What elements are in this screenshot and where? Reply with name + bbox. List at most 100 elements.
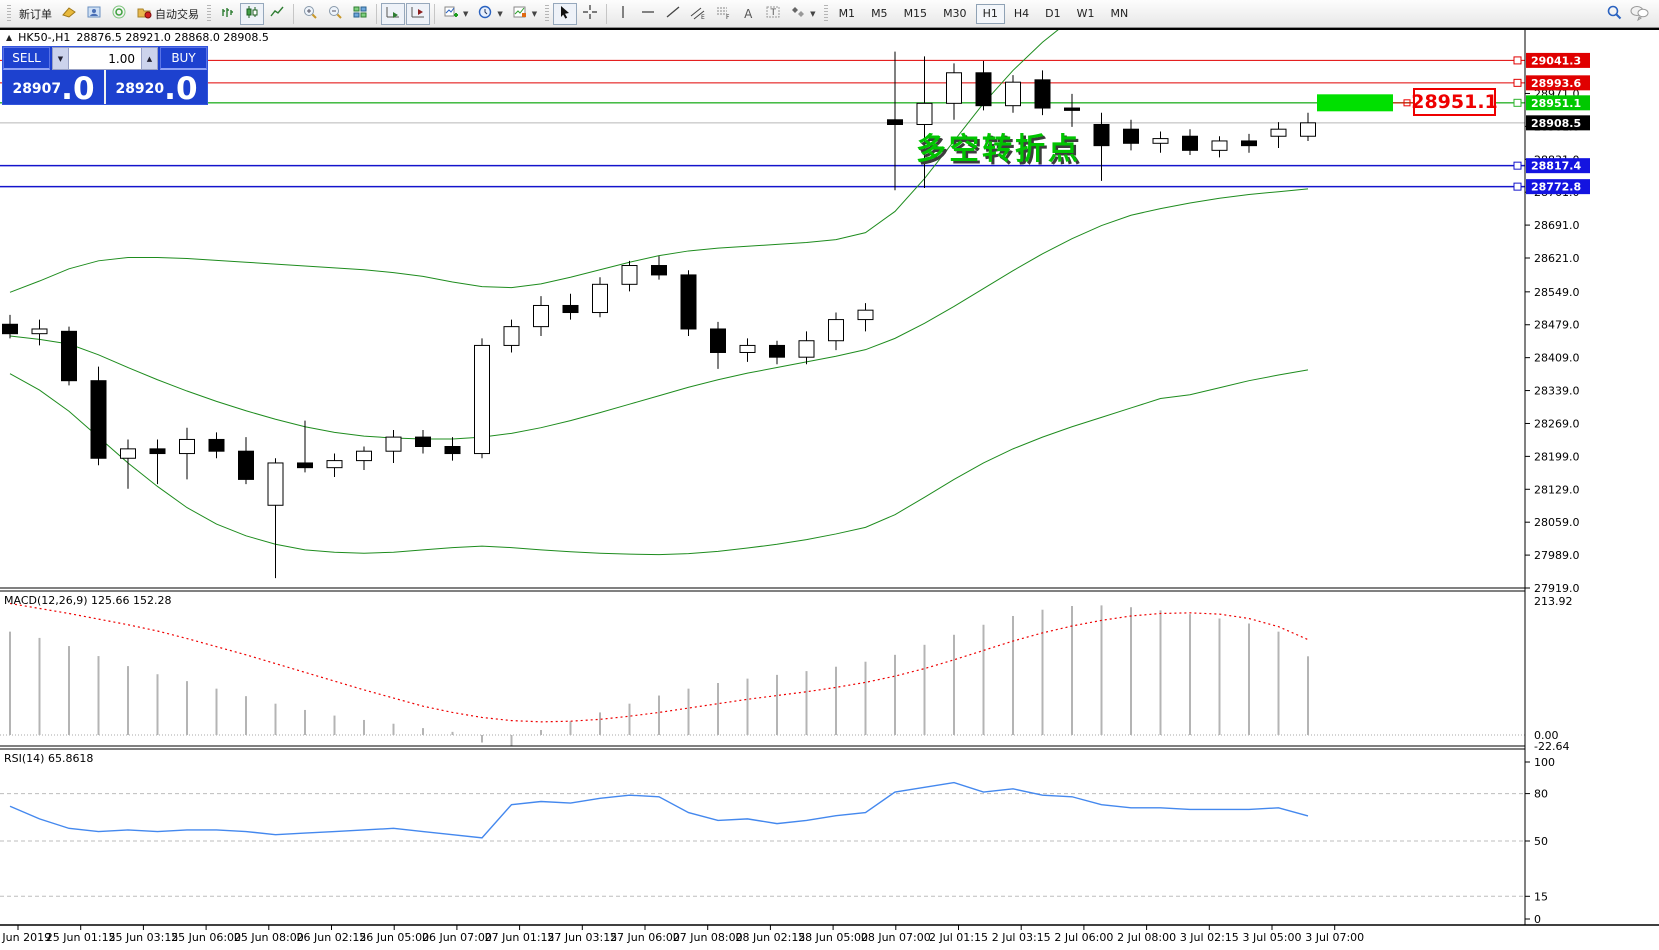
svg-text:28772.8: 28772.8 bbox=[1531, 181, 1581, 194]
timeframe-button-W1[interactable]: W1 bbox=[1070, 4, 1102, 24]
buy-price[interactable]: 28920 .0 bbox=[106, 70, 207, 104]
chat-icon[interactable] bbox=[1629, 4, 1649, 24]
svg-text:27989.0: 27989.0 bbox=[1534, 549, 1580, 562]
svg-text:28339.0: 28339.0 bbox=[1534, 385, 1580, 398]
fibonacci-button[interactable]: F bbox=[711, 3, 735, 25]
arrows-button[interactable]: ▼ bbox=[786, 3, 819, 25]
template-icon bbox=[512, 4, 528, 23]
price-callout-label[interactable]: 28951.1 bbox=[1413, 88, 1496, 116]
buy-button[interactable]: BUY bbox=[160, 47, 207, 70]
svg-text:27 Jun 03:15: 27 Jun 03:15 bbox=[547, 931, 617, 944]
toolbar-grip[interactable] bbox=[7, 5, 11, 23]
timeframe-button-M5[interactable]: M5 bbox=[864, 4, 895, 24]
highlight-rect[interactable] bbox=[1317, 94, 1393, 111]
timeframe-button-H4[interactable]: H4 bbox=[1007, 4, 1036, 24]
zoom-in-button[interactable] bbox=[298, 3, 322, 25]
vertical-line-icon bbox=[615, 4, 631, 23]
auto-trading-label: 自动交易 bbox=[155, 6, 199, 22]
chart-shift-icon bbox=[410, 4, 426, 23]
sell-button[interactable]: SELL bbox=[3, 47, 50, 70]
bar-chart-button[interactable] bbox=[215, 3, 239, 25]
volume-up-button[interactable]: ▲ bbox=[141, 47, 158, 70]
svg-text:28993.6: 28993.6 bbox=[1531, 77, 1581, 90]
svg-text:2 Jul 06:00: 2 Jul 06:00 bbox=[1054, 931, 1113, 944]
chevron-down-icon: ▼ bbox=[497, 10, 502, 18]
trendline-button[interactable] bbox=[661, 3, 685, 25]
one-click-trading-panel: SELL ▼ 1.00 ▲ BUY 28907 .0 28920 .0 bbox=[2, 46, 208, 105]
timeframe-button-MN[interactable]: MN bbox=[1103, 4, 1135, 24]
auto-scroll-icon bbox=[385, 4, 401, 23]
tile-windows-button[interactable] bbox=[348, 3, 372, 25]
svg-text:2 Jul 03:15: 2 Jul 03:15 bbox=[992, 931, 1051, 944]
add-indicator-icon bbox=[443, 4, 459, 23]
sell-price[interactable]: 28907 .0 bbox=[3, 70, 104, 104]
alerts-button[interactable] bbox=[107, 3, 131, 25]
horizontal-line-button[interactable] bbox=[636, 3, 660, 25]
chart-canvas[interactable]: 28971.028901.028831.028761.028691.028621… bbox=[0, 0, 1659, 950]
cursor-button[interactable] bbox=[553, 3, 577, 25]
toolbar-separator bbox=[606, 4, 607, 24]
collapse-arrow-icon[interactable]: ▲ bbox=[6, 33, 12, 42]
volume-down-button[interactable]: ▼ bbox=[52, 47, 69, 70]
svg-text:27 Jun 06:00: 27 Jun 06:00 bbox=[610, 931, 680, 944]
svg-text:28 Jun 02:15: 28 Jun 02:15 bbox=[735, 931, 805, 944]
toolbar-separator bbox=[434, 4, 435, 24]
svg-text:25 Jun 08:00: 25 Jun 08:00 bbox=[234, 931, 304, 944]
bar-chart-icon bbox=[219, 4, 235, 23]
search-icon[interactable] bbox=[1606, 4, 1623, 24]
toolbar-grip[interactable] bbox=[545, 5, 549, 23]
auto-trading-icon bbox=[136, 4, 152, 23]
svg-text:25 Jun 06:00: 25 Jun 06:00 bbox=[171, 931, 241, 944]
profiles-icon bbox=[86, 4, 102, 23]
svg-text:28691.0: 28691.0 bbox=[1534, 219, 1580, 232]
timeframe-button-M30[interactable]: M30 bbox=[936, 4, 974, 24]
chart-text-annotation[interactable]: 多空转折点 bbox=[916, 124, 1081, 168]
svg-text:28 Jun 05:00: 28 Jun 05:00 bbox=[798, 931, 868, 944]
auto-scroll-button[interactable] bbox=[381, 3, 405, 25]
new-order-button[interactable]: 新订单 bbox=[15, 3, 56, 25]
svg-text:25 Jun 03:15: 25 Jun 03:15 bbox=[108, 931, 178, 944]
svg-text:28908.5: 28908.5 bbox=[1531, 117, 1581, 130]
templates-button[interactable]: ▼ bbox=[508, 3, 541, 25]
profiles-button[interactable] bbox=[82, 3, 106, 25]
chevron-down-icon: ▼ bbox=[532, 10, 537, 18]
svg-text:80: 80 bbox=[1534, 788, 1548, 801]
auto-trading-button[interactable]: 自动交易 bbox=[132, 3, 203, 25]
zoom-in-icon bbox=[302, 4, 318, 23]
line-chart-button[interactable] bbox=[265, 3, 289, 25]
timeframe-button-M15[interactable]: M15 bbox=[897, 4, 935, 24]
crosshair-button[interactable] bbox=[578, 3, 602, 25]
candlestick-chart-button[interactable] bbox=[240, 3, 264, 25]
toolbar-separator bbox=[293, 4, 294, 24]
channel-icon: E bbox=[690, 4, 706, 23]
text-button[interactable]: A bbox=[736, 3, 760, 25]
tile-windows-icon bbox=[352, 4, 368, 23]
svg-text:26 Jun 02:15: 26 Jun 02:15 bbox=[297, 931, 367, 944]
volume-input[interactable]: 1.00 bbox=[69, 47, 141, 70]
chevron-down-icon: ▼ bbox=[463, 10, 468, 18]
svg-text:3 Jul 05:00: 3 Jul 05:00 bbox=[1243, 931, 1302, 944]
styler-button[interactable] bbox=[57, 3, 81, 25]
chart-symbol-line[interactable]: ▲ HK50-,H1 28876.5 28921.0 28868.0 28908… bbox=[6, 31, 269, 44]
toolbar-grip[interactable] bbox=[824, 5, 828, 23]
timeframe-button-M1[interactable]: M1 bbox=[832, 4, 863, 24]
vertical-line-button[interactable] bbox=[611, 3, 635, 25]
svg-text:28549.0: 28549.0 bbox=[1534, 286, 1580, 299]
chart-shift-button[interactable] bbox=[406, 3, 430, 25]
alerts-icon bbox=[111, 4, 127, 23]
equidistant-channel-button[interactable]: E bbox=[686, 3, 710, 25]
zoom-out-button[interactable] bbox=[323, 3, 347, 25]
toolbar-grip[interactable] bbox=[207, 5, 211, 23]
sell-price-main: 28907 bbox=[12, 74, 61, 104]
svg-text:28479.0: 28479.0 bbox=[1534, 319, 1580, 332]
svg-text:2 Jul 01:15: 2 Jul 01:15 bbox=[929, 931, 988, 944]
periods-button[interactable]: ▼ bbox=[473, 3, 506, 25]
new-order-label: 新订单 bbox=[19, 6, 52, 22]
symbol-name: HK50-,H1 bbox=[18, 31, 70, 44]
text-label-button[interactable]: T bbox=[761, 3, 785, 25]
indicators-button[interactable]: ▼ bbox=[439, 3, 472, 25]
svg-text:-22.64: -22.64 bbox=[1534, 740, 1569, 753]
timeframe-button-D1[interactable]: D1 bbox=[1038, 4, 1067, 24]
timeframe-button-H1[interactable]: H1 bbox=[976, 4, 1005, 24]
svg-text:28951.1: 28951.1 bbox=[1531, 97, 1581, 110]
